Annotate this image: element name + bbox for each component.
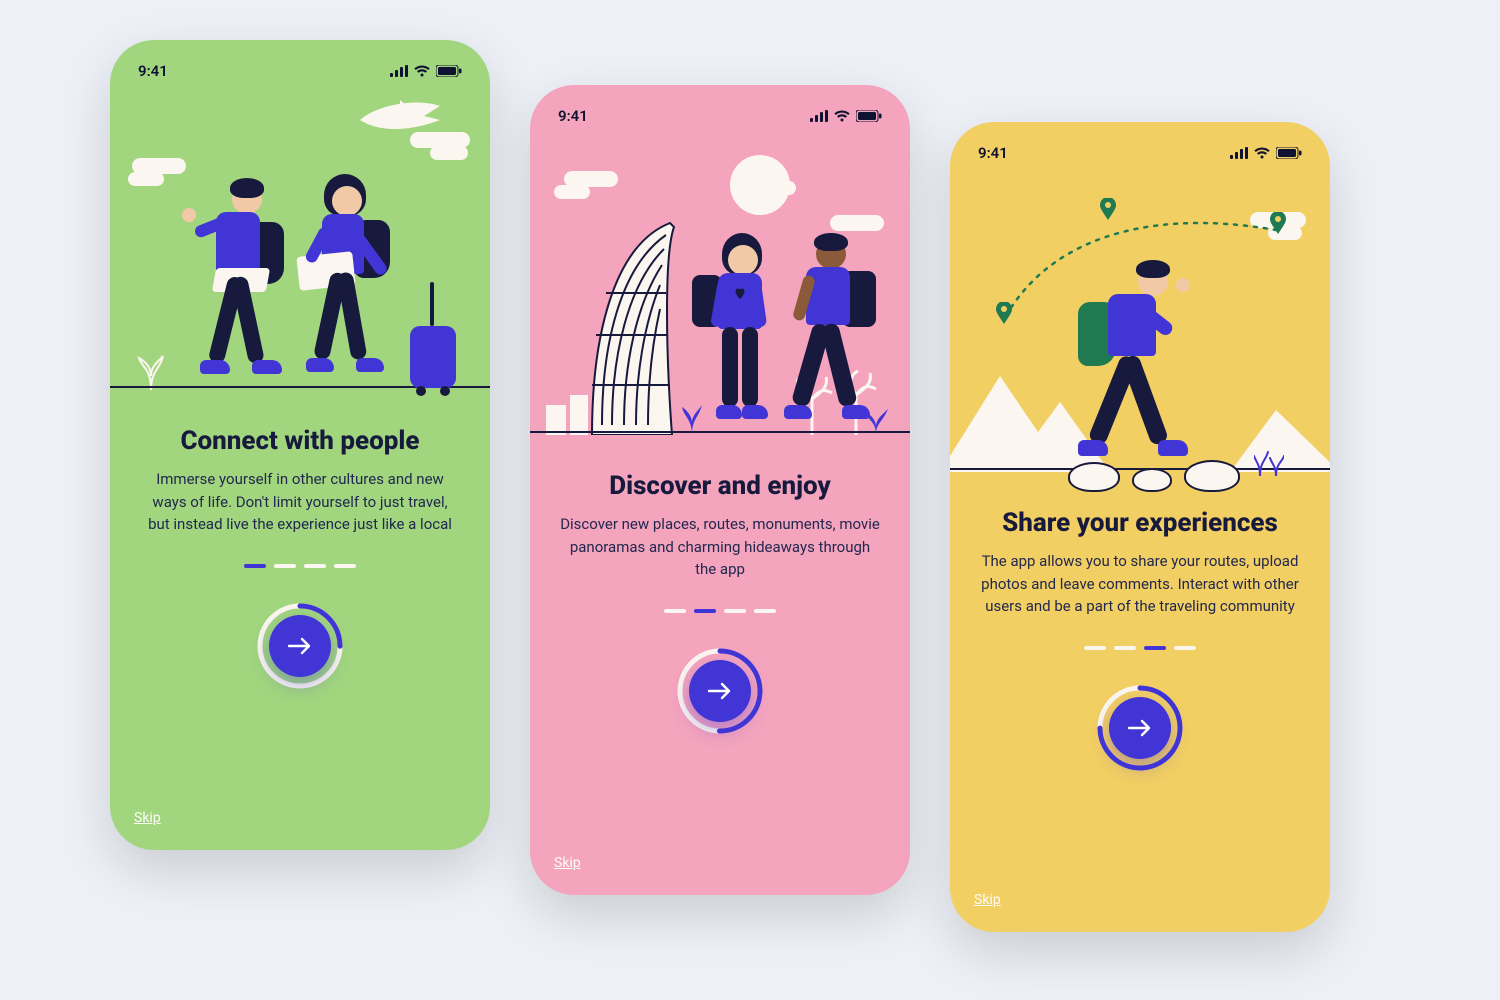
next-button-wrap: [1094, 682, 1186, 774]
map-pin-icon: [1100, 198, 1116, 220]
traveler-female: [286, 150, 406, 390]
wifi-icon: [414, 65, 430, 77]
skip-link[interactable]: Skip: [974, 892, 1001, 908]
pager-dots: [244, 564, 356, 568]
arrow-right-icon: [1127, 718, 1153, 738]
illustration-city-landmark: [530, 125, 910, 465]
status-bar: 9:41: [132, 58, 468, 80]
onboarding-title: Connect with people: [180, 426, 419, 456]
cellular-icon: [1230, 147, 1248, 159]
traveler-male: [180, 150, 300, 390]
hiker: [1080, 242, 1220, 472]
status-icons: [390, 65, 462, 77]
plant-icon: [862, 399, 890, 435]
onboarding-screen-2: 9:41: [530, 85, 910, 895]
battery-icon: [856, 110, 882, 122]
next-button[interactable]: [269, 615, 331, 677]
status-time: 9:41: [138, 62, 168, 80]
wifi-icon: [1254, 147, 1270, 159]
tourist-female: [698, 215, 798, 435]
pager-dot[interactable]: [1084, 646, 1106, 650]
pager-dots: [1084, 646, 1196, 650]
map-pin-icon: [1270, 212, 1286, 234]
cellular-icon: [810, 110, 828, 122]
next-button[interactable]: [1109, 697, 1171, 759]
pager-dot[interactable]: [664, 609, 686, 613]
arrow-right-icon: [287, 636, 313, 656]
onboarding-title: Discover and enjoy: [609, 471, 831, 501]
wifi-icon: [834, 110, 850, 122]
onboarding-body: Discover new places, routes, monuments, …: [560, 513, 880, 581]
pager-dot[interactable]: [1114, 646, 1136, 650]
suitcase-icon: [410, 326, 456, 388]
illustration-travel-couple: [110, 80, 490, 420]
pager-dots: [664, 609, 776, 613]
skip-link[interactable]: Skip: [134, 810, 161, 826]
next-button-wrap: [254, 600, 346, 692]
pager-dot[interactable]: [694, 609, 716, 613]
illustration-hiker-route: [950, 162, 1330, 502]
plant-icon: [1254, 446, 1284, 476]
battery-icon: [436, 65, 462, 77]
next-button-wrap: [674, 645, 766, 737]
arrow-right-icon: [707, 681, 733, 701]
status-icons: [810, 110, 882, 122]
pager-dot[interactable]: [244, 564, 266, 568]
pager-dot[interactable]: [754, 609, 776, 613]
onboarding-screen-3: 9:41: [950, 122, 1330, 932]
airplane-icon: [354, 94, 444, 136]
status-time: 9:41: [978, 144, 1008, 162]
status-time: 9:41: [558, 107, 588, 125]
status-bar: 9:41: [552, 103, 888, 125]
onboarding-body: The app allows you to share your routes,…: [980, 550, 1300, 618]
next-button[interactable]: [689, 660, 751, 722]
map-pin-icon: [996, 302, 1012, 324]
onboarding-content: Share your experiences The app allows yo…: [972, 502, 1308, 910]
pager-dot[interactable]: [304, 564, 326, 568]
pager-dot[interactable]: [1174, 646, 1196, 650]
onboarding-content: Connect with people Immerse yourself in …: [132, 420, 468, 828]
status-icons: [1230, 147, 1302, 159]
onboarding-title: Share your experiences: [1002, 508, 1278, 538]
cellular-icon: [390, 65, 408, 77]
pager-dot[interactable]: [274, 564, 296, 568]
landmark-burj-icon: [574, 215, 694, 435]
pager-dot[interactable]: [334, 564, 356, 568]
plant-icon: [680, 391, 704, 435]
onboarding-screen-1: 9:41: [110, 40, 490, 850]
onboarding-content: Discover and enjoy Discover new places, …: [552, 465, 888, 873]
status-bar: 9:41: [972, 140, 1308, 162]
skip-link[interactable]: Skip: [554, 855, 581, 871]
pager-dot[interactable]: [724, 609, 746, 613]
pager-dot[interactable]: [1144, 646, 1166, 650]
battery-icon: [1276, 147, 1302, 159]
onboarding-body: Immerse yourself in other cultures and n…: [140, 468, 460, 536]
